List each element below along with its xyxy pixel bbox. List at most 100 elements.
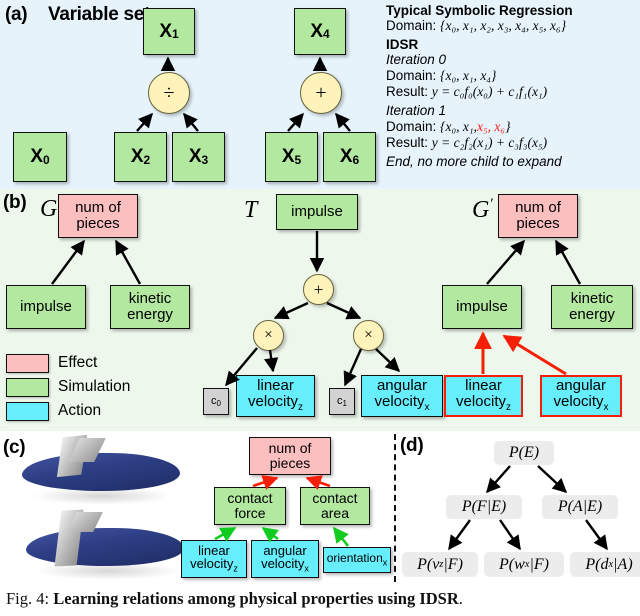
variable-node-x4-label: X xyxy=(310,20,323,42)
end-note: End, no more child to expand xyxy=(386,154,562,170)
graph-gprime-letter: G xyxy=(472,197,490,223)
gprime-action-node-angular-velocity-x-text: angular velocityx xyxy=(542,378,620,413)
iteration1-domain: Domain: {x₀, x₁,x₅, x₆} xyxy=(386,119,638,135)
variable-node-x5[interactable]: X5 xyxy=(265,132,318,182)
gprime-sim-node-kinetic-energy[interactable]: kinetic energy xyxy=(551,285,633,329)
iteration0-domain-label: Domain: xyxy=(386,68,437,84)
iteration0-result: Result: y = c₀f₀(x₀) + c₁f₁(x₁) xyxy=(386,84,638,100)
d-node-p-wx-given-f[interactable]: P(w x |F) xyxy=(484,552,564,577)
d-node-p-a-given-e[interactable]: P(A|E) xyxy=(542,495,618,519)
g-effect-node-num-of-pieces[interactable]: num of pieces xyxy=(58,194,138,238)
gprime-action-node-linear-velocity-z-text: linear velocityz xyxy=(446,378,521,413)
c-sim-node-contact-area[interactable]: contact area xyxy=(300,487,370,525)
gprime-effect-node-num-of-pieces[interactable]: num of pieces xyxy=(498,194,578,238)
d-node-p-dx-head: P(d xyxy=(585,555,609,573)
typical-sr-domain: Domain: {x₀, x₁, x₂, x₃, x₄, x₅, x₆} xyxy=(386,18,638,34)
gprime-action-angular-velocity-label: angular velocity xyxy=(553,377,607,411)
variable-node-x4-sub: 4 xyxy=(323,27,330,42)
g-sim-node-impulse[interactable]: impulse xyxy=(6,285,86,329)
caption-bold-text: Learning relations among physical proper… xyxy=(53,589,459,608)
legend-label-action: Action xyxy=(58,402,102,419)
t-constant-c1[interactable]: c1 xyxy=(329,388,355,415)
legend-swatch-action xyxy=(6,401,49,421)
iteration0-domain-set: {x₀, x₁, x₄} xyxy=(440,68,497,84)
panel-divider xyxy=(394,434,396,582)
iteration1-domain-label: Domain: xyxy=(386,119,437,135)
t-leaf-linear-velocity-z[interactable]: linear velocityz xyxy=(236,375,315,417)
t-leaf-angular-velocity-x-text: angular velocityx xyxy=(362,378,442,413)
c-effect-node-num-of-pieces[interactable]: num of pieces xyxy=(249,437,331,475)
c-sim-node-contact-force[interactable]: contact force xyxy=(214,487,286,525)
t-constant-c1-sub: 1 xyxy=(342,399,347,409)
variable-node-x3-sub: 3 xyxy=(201,152,209,167)
operator-node-divide[interactable]: ÷ xyxy=(148,72,190,114)
d-node-p-wx-head: P(w xyxy=(499,555,525,573)
variable-node-x2-label: X xyxy=(130,146,144,168)
variable-node-x6-label: X xyxy=(339,146,353,168)
iteration0-domain: Domain: {x₀, x₁, x₄} xyxy=(386,68,638,84)
gprime-action-linear-velocity-sub: z xyxy=(506,402,512,414)
c-action-angular-velocity-text: angular velocityx xyxy=(252,543,318,575)
variable-node-x2[interactable]: X2 xyxy=(114,132,167,182)
render-top-deformable-object xyxy=(22,453,180,491)
c-action-linear-velocity-label: linear velocity xyxy=(190,542,234,572)
t-leaf-angular-velocity-x-label: angular velocity xyxy=(374,377,428,411)
variable-node-x2-sub: 2 xyxy=(143,152,151,167)
caption-prefix: Fig. 4: xyxy=(6,589,50,608)
gprime-action-angular-velocity-sub: x xyxy=(603,402,609,414)
simulation-render-bottom xyxy=(24,508,194,582)
panel-b-label: (b) xyxy=(3,192,27,213)
gprime-sim-node-impulse[interactable]: impulse xyxy=(442,285,522,329)
d-node-p-wx-tail: |F) xyxy=(529,555,549,573)
legend-row-effect: Effect xyxy=(6,352,130,374)
typical-sr-heading: Typical Symbolic Regression xyxy=(386,3,573,18)
legend-label-effect: Effect xyxy=(58,354,98,371)
variable-node-x5-label: X xyxy=(281,146,295,168)
simulation-render-top xyxy=(18,435,188,507)
t-root-node-impulse[interactable]: impulse xyxy=(276,194,358,230)
t-leaf-angular-velocity-x[interactable]: angular velocityx xyxy=(361,375,443,417)
variable-node-x0[interactable]: X0 xyxy=(13,132,67,182)
d-node-p-vz-given-f[interactable]: P(v z |F) xyxy=(402,552,478,577)
variable-node-x6[interactable]: X6 xyxy=(323,132,376,182)
graph-gprime-symbol: G′ xyxy=(472,196,493,224)
panel-a-label: (a) xyxy=(5,4,28,25)
iteration1-result-label: Result: xyxy=(386,135,429,151)
c-action-node-orientation-x[interactable]: orientationx xyxy=(323,547,391,573)
c-action-node-angular-velocity-x[interactable]: angular velocityx xyxy=(251,540,319,578)
t-operator-plus[interactable]: + xyxy=(303,274,334,305)
iteration0-result-expr: y = c₀f₀(x₀) + c₁f₁(x₁) xyxy=(431,84,548,100)
variable-node-x4[interactable]: X4 xyxy=(294,8,346,55)
figure-caption: Fig. 4: Learning relations among physica… xyxy=(6,589,640,609)
t-operator-multiply-right[interactable]: × xyxy=(353,320,384,351)
typical-sr-domain-set: {x₀, x₁, x₂, x₃, x₄, x₅, x₆} xyxy=(440,18,567,34)
t-operator-multiply-left[interactable]: × xyxy=(253,320,284,351)
d-node-p-dx-given-a[interactable]: P(d x |A) xyxy=(570,552,640,577)
panel-a-text-block: Typical Symbolic Regression Domain: {x₀,… xyxy=(386,3,638,170)
gprime-action-node-linear-velocity-z[interactable]: linear velocityz xyxy=(444,375,523,417)
variable-node-x3[interactable]: X3 xyxy=(172,132,225,182)
d-node-p-vz-tail: |F) xyxy=(443,555,463,573)
operator-node-plus[interactable]: + xyxy=(300,72,342,114)
c-action-orientation-sub: x xyxy=(382,557,388,568)
c-action-node-linear-velocity-z[interactable]: linear velocityz xyxy=(181,540,247,578)
graph-gprime-mark: ′ xyxy=(489,196,493,212)
g-sim-node-kinetic-energy[interactable]: kinetic energy xyxy=(110,285,190,329)
figure-root: (a) Variable set X0 X1 X2 X3 X4 X5 X6 ÷ … xyxy=(0,0,640,616)
iteration1-label: Iteration 1 xyxy=(386,103,447,119)
t-leaf-linear-velocity-z-label: linear velocity xyxy=(247,377,299,411)
panel-a-title: Variable set xyxy=(48,4,151,25)
d-node-p-e[interactable]: P(E) xyxy=(494,441,554,465)
legend-swatch-effect xyxy=(6,353,49,373)
gprime-action-node-angular-velocity-x[interactable]: angular velocityx xyxy=(540,375,622,417)
t-constant-c0-sub: 0 xyxy=(216,399,221,409)
d-node-p-f-given-e[interactable]: P(F|E) xyxy=(446,495,522,519)
iteration0-label: Iteration 0 xyxy=(386,52,447,68)
graph-g-symbol: G xyxy=(40,196,58,222)
legend-swatch-simulation xyxy=(6,377,49,397)
typical-sr-domain-label: Domain: xyxy=(386,18,437,34)
variable-node-x1[interactable]: X1 xyxy=(143,8,195,55)
d-node-p-vz-head: P(v xyxy=(417,555,440,573)
t-constant-c0[interactable]: c0 xyxy=(203,388,229,415)
c-action-orientation-label: orientation xyxy=(326,551,383,566)
